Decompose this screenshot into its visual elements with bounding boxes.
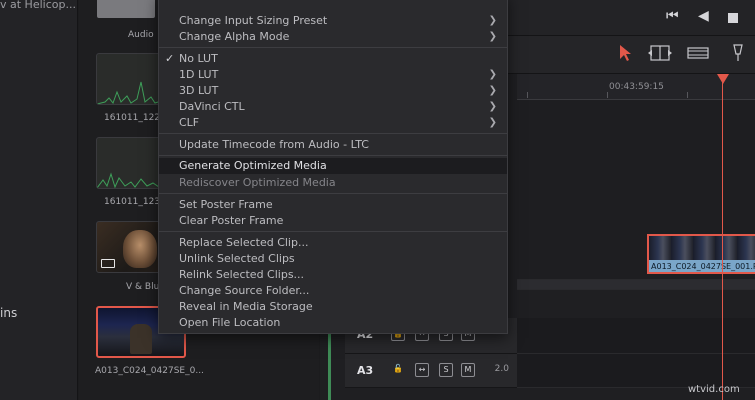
menu-item-change-alpha-mode[interactable]: Change Alpha Mode ❯ — [159, 29, 507, 45]
media-item-label-selected: A013_C024_0427SE_0... — [95, 366, 204, 376]
bin-sidebar: v at Helicop... ins — [0, 0, 78, 400]
playhead-handle[interactable] — [717, 74, 729, 84]
edit-toolbar — [500, 36, 755, 74]
sidebar-item-bins[interactable]: ins — [0, 306, 17, 320]
menu-separator — [159, 155, 507, 156]
mute-button[interactable]: M — [461, 363, 475, 377]
menu-item-no-lut[interactable]: ✓ No LUT — [159, 51, 507, 67]
menu-item-relink-selected-clips[interactable]: Relink Selected Clips... — [159, 267, 507, 283]
timeline-clip[interactable]: A013_C024_0427SE_001.R3 — [647, 234, 755, 274]
chevron-right-icon: ❯ — [488, 85, 497, 96]
sidebar-item-top[interactable]: v at Helicop... — [0, 0, 77, 11]
playhead-line[interactable] — [722, 74, 723, 400]
thumbnail-image — [123, 230, 157, 268]
audio-track-lane-a2[interactable] — [517, 318, 755, 354]
menu-item-clf[interactable]: CLF ❯ — [159, 115, 507, 131]
selection-arrow-icon[interactable] — [618, 44, 632, 62]
menu-item-reveal-in-media-storage[interactable]: Reveal in Media Storage — [159, 299, 507, 315]
watermark: wtvid.com — [688, 384, 740, 395]
checkmark-icon: ✓ — [165, 52, 175, 65]
solo-button[interactable]: S — [439, 363, 453, 377]
blade-edit-icon[interactable] — [728, 44, 748, 62]
trim-edit-icon[interactable] — [648, 44, 672, 62]
thumbnail-image — [130, 324, 152, 354]
clip-name: A013_C024_0427SE_001.R3 — [651, 262, 755, 271]
media-item-label-2: 161011_1235 — [104, 197, 166, 207]
play-reverse-icon[interactable]: ◀ — [698, 8, 709, 24]
skip-to-start-icon[interactable]: ⏮ — [666, 8, 679, 24]
track-volume: 2.0 — [494, 364, 509, 374]
dynamic-trim-icon[interactable] — [686, 44, 710, 62]
chevron-right-icon: ❯ — [488, 31, 497, 42]
menu-item-clear-poster-frame[interactable]: Clear Poster Frame — [159, 213, 507, 229]
menu-separator — [159, 47, 507, 48]
audio-track-lane-a3[interactable] — [517, 354, 755, 388]
clip-context-menu: Change Input Sizing Preset ❯ Change Alpha… — [158, 0, 508, 334]
menu-item-change-input-sizing-preset[interactable]: Change Input Sizing Preset ❯ — [159, 13, 507, 29]
clip-thumbnails — [649, 236, 755, 260]
menu-item-davinci-ctl[interactable]: DaVinci CTL ❯ — [159, 99, 507, 115]
chevron-right-icon: ❯ — [488, 101, 497, 112]
media-pool-audio-card[interactable] — [97, 0, 155, 18]
menu-item-unlink-selected-clips[interactable]: Unlink Selected Clips — [159, 251, 507, 267]
track-name: A3 — [357, 364, 374, 377]
menu-item-set-poster-frame[interactable]: Set Poster Frame — [159, 197, 507, 213]
ruler-timecode: 00:43:59:15 — [609, 82, 664, 92]
chevron-right-icon: ❯ — [488, 15, 497, 26]
menu-item-replace-selected-clip[interactable]: Replace Selected Clip... — [159, 235, 507, 251]
track-divider — [517, 280, 755, 290]
track-header-a3: A3 🔓 ↔ S M 2.0 — [345, 354, 517, 388]
chevron-right-icon: ❯ — [488, 69, 497, 80]
menu-separator — [159, 133, 507, 134]
menu-item-rediscover-optimized-media[interactable]: Rediscover Optimized Media — [159, 175, 507, 191]
menu-item-open-file-location[interactable]: Open File Location — [159, 315, 507, 331]
film-strip-icon — [101, 259, 115, 268]
menu-item-3d-lut[interactable]: 3D LUT ❯ — [159, 83, 507, 99]
menu-item-generate-optimized-media[interactable]: Generate Optimized Media — [159, 158, 507, 174]
media-item-label-3: V & Blu — [126, 282, 160, 292]
menu-item-1d-lut[interactable]: 1D LUT ❯ — [159, 67, 507, 83]
menu-item-update-timecode[interactable]: Update Timecode from Audio - LTC — [159, 137, 507, 153]
chevron-right-icon: ❯ — [488, 117, 497, 128]
lock-icon[interactable]: 🔓 — [391, 363, 405, 377]
stop-icon[interactable] — [728, 11, 738, 27]
media-item-label-audio: Audio — [128, 30, 154, 40]
menu-item-change-source-folder[interactable]: Change Source Folder... — [159, 283, 507, 299]
media-item-label-1: 161011_1227 — [104, 113, 166, 123]
menu-separator — [159, 193, 507, 194]
menu-separator — [159, 231, 507, 232]
auto-select-icon[interactable]: ↔ — [415, 363, 429, 377]
